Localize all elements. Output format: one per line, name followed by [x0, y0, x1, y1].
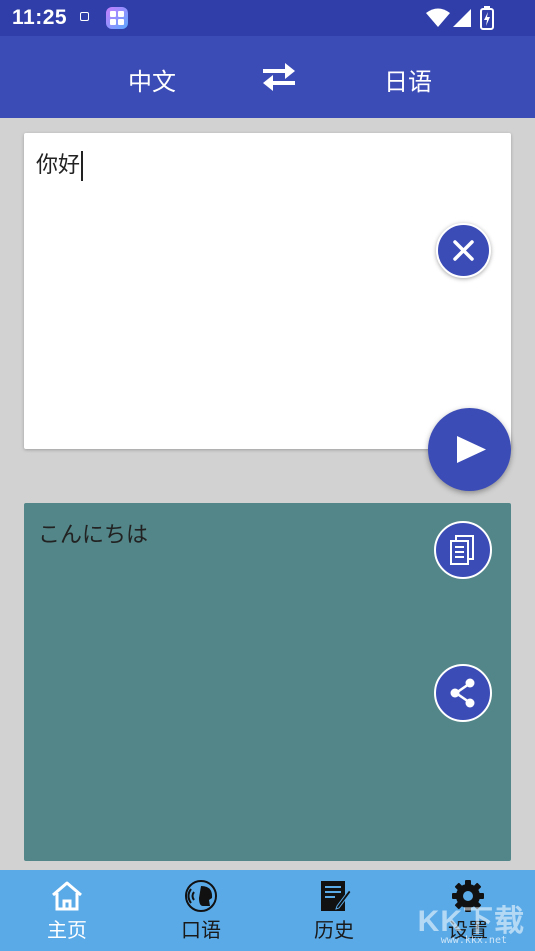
app-notification-icon: [106, 7, 128, 29]
source-text-card[interactable]: 你好: [24, 133, 511, 449]
translation-result-text: こんにちは: [38, 523, 149, 548]
nav-item-history[interactable]: 历史: [267, 870, 401, 951]
watermark-logo: KK下载: [417, 905, 525, 938]
status-bar: 11:25: [0, 0, 535, 36]
source-text-value: 你好: [36, 153, 81, 178]
translate-button[interactable]: [428, 408, 511, 491]
play-icon: [457, 436, 486, 463]
status-time: 11:25: [12, 6, 68, 29]
battery-icon: [480, 6, 494, 30]
nav-item-home[interactable]: 主页: [0, 870, 134, 951]
nav-label-home: 主页: [47, 918, 87, 942]
source-language-selector[interactable]: 中文: [128, 62, 176, 97]
notification-icon: [80, 12, 89, 21]
target-language-selector[interactable]: 日语: [384, 62, 432, 97]
nav-label-history: 历史: [314, 918, 354, 942]
app-bar: 中文 日语: [0, 36, 535, 118]
text-caret: [81, 151, 84, 181]
speak-icon: [185, 880, 217, 912]
share-button[interactable]: [434, 664, 492, 722]
nav-item-speak[interactable]: 口语: [134, 870, 268, 951]
share-icon: [450, 678, 475, 708]
signal-icon: [453, 9, 471, 27]
translation-result-card: こんにちは: [24, 503, 511, 861]
history-icon: [321, 881, 352, 911]
source-text-input[interactable]: 你好: [36, 147, 84, 181]
wifi-icon: [426, 8, 450, 27]
watermark-url: www.kkx.net: [440, 935, 507, 946]
clear-button[interactable]: [436, 223, 491, 278]
home-icon: [52, 881, 82, 911]
nav-label-speak: 口语: [181, 918, 221, 942]
close-icon: [453, 240, 474, 261]
swap-languages-icon[interactable]: [259, 60, 299, 94]
copy-icon: [450, 535, 474, 565]
copy-button[interactable]: [434, 521, 492, 579]
